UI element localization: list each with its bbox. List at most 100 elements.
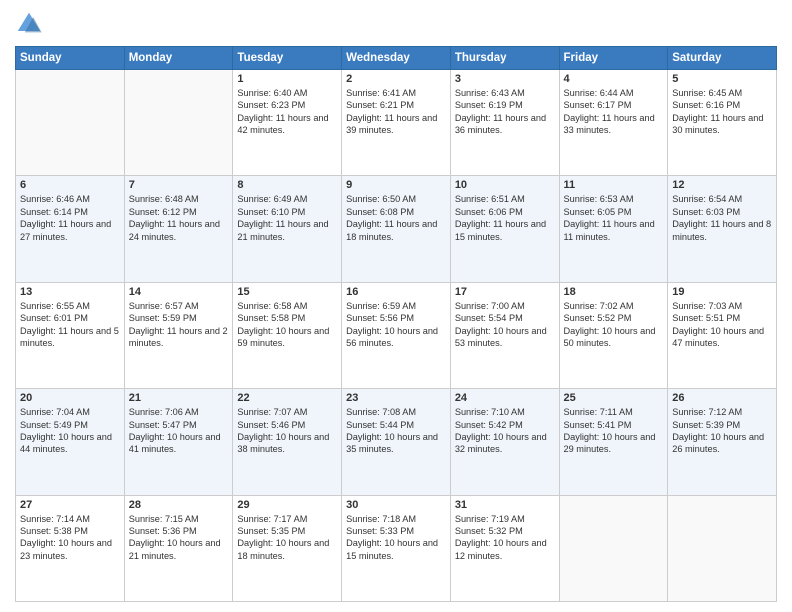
day-header-tuesday: Tuesday (233, 47, 342, 70)
logo (15, 10, 47, 38)
calendar-cell: 6Sunrise: 6:46 AM Sunset: 6:14 PM Daylig… (16, 176, 125, 282)
cell-details: Sunrise: 6:48 AM Sunset: 6:12 PM Dayligh… (129, 193, 229, 243)
cell-details: Sunrise: 7:12 AM Sunset: 5:39 PM Dayligh… (672, 406, 772, 456)
cell-details: Sunrise: 6:49 AM Sunset: 6:10 PM Dayligh… (237, 193, 337, 243)
cell-details: Sunrise: 6:59 AM Sunset: 5:56 PM Dayligh… (346, 300, 446, 350)
calendar-cell: 7Sunrise: 6:48 AM Sunset: 6:12 PM Daylig… (124, 176, 233, 282)
calendar-cell: 18Sunrise: 7:02 AM Sunset: 5:52 PM Dayli… (559, 282, 668, 388)
day-number: 8 (237, 179, 337, 191)
calendar-week-5: 27Sunrise: 7:14 AM Sunset: 5:38 PM Dayli… (16, 495, 777, 601)
calendar-header-row: SundayMondayTuesdayWednesdayThursdayFrid… (16, 47, 777, 70)
day-number: 17 (455, 286, 555, 298)
calendar-cell: 21 Sunrise: 7:06 AM Sunset: 5:47 PM Dayli… (124, 389, 233, 495)
calendar-week-1: 1Sunrise: 6:40 AM Sunset: 6:23 PM Daylig… (16, 70, 777, 176)
day-header-thursday: Thursday (450, 47, 559, 70)
day-header-saturday: Saturday (668, 47, 777, 70)
calendar-cell (16, 70, 125, 176)
cell-details: Sunrise: 6:40 AM Sunset: 6:23 PM Dayligh… (237, 87, 337, 137)
calendar-table: SundayMondayTuesdayWednesdayThursdayFrid… (15, 46, 777, 602)
cell-details: Sunrise: 7:08 AM Sunset: 5:44 PM Dayligh… (346, 406, 446, 456)
day-number: 25 (564, 392, 664, 404)
day-number: 26 (672, 392, 772, 404)
page: SundayMondayTuesdayWednesdayThursdayFrid… (0, 0, 792, 612)
cell-details: Sunrise: 6:50 AM Sunset: 6:08 PM Dayligh… (346, 193, 446, 243)
day-number: 3 (455, 73, 555, 85)
calendar-cell: 17 Sunrise: 7:00 AM Sunset: 5:54 PM Dayli… (450, 282, 559, 388)
cell-details: Sunrise: 6:53 AM Sunset: 6:05 PM Dayligh… (564, 193, 664, 243)
calendar-cell: 31 Sunrise: 7:19 AM Sunset: 5:32 PM Dayli… (450, 495, 559, 601)
calendar-cell: 12 Sunrise: 6:54 AM Sunset: 6:03 PM Dayli… (668, 176, 777, 282)
calendar-cell: 1Sunrise: 6:40 AM Sunset: 6:23 PM Daylig… (233, 70, 342, 176)
day-number: 23 (346, 392, 446, 404)
calendar-cell: 22 Sunrise: 7:07 AM Sunset: 5:46 PM Dayli… (233, 389, 342, 495)
calendar-cell: 15 Sunrise: 6:58 AM Sunset: 5:58 PM Dayli… (233, 282, 342, 388)
day-number: 19 (672, 286, 772, 298)
cell-details: Sunrise: 7:19 AM Sunset: 5:32 PM Dayligh… (455, 513, 555, 563)
day-number: 11 (564, 179, 664, 191)
day-header-monday: Monday (124, 47, 233, 70)
day-number: 9 (346, 179, 446, 191)
calendar-cell: 19 Sunrise: 7:03 AM Sunset: 5:51 PM Dayli… (668, 282, 777, 388)
calendar-cell: 2 Sunrise: 6:41 AM Sunset: 6:21 PM Daylig… (342, 70, 451, 176)
day-number: 29 (237, 499, 337, 511)
cell-details: Sunrise: 7:06 AM Sunset: 5:47 PM Dayligh… (129, 406, 229, 456)
day-number: 30 (346, 499, 446, 511)
cell-details: Sunrise: 7:07 AM Sunset: 5:46 PM Dayligh… (237, 406, 337, 456)
day-header-wednesday: Wednesday (342, 47, 451, 70)
calendar-week-4: 20Sunrise: 7:04 AM Sunset: 5:49 PM Dayli… (16, 389, 777, 495)
calendar-cell: 27Sunrise: 7:14 AM Sunset: 5:38 PM Dayli… (16, 495, 125, 601)
cell-details: Sunrise: 6:57 AM Sunset: 5:59 PM Dayligh… (129, 300, 229, 350)
day-number: 6 (20, 179, 120, 191)
calendar-cell (668, 495, 777, 601)
calendar-cell (124, 70, 233, 176)
header (15, 10, 777, 38)
calendar-cell: 20Sunrise: 7:04 AM Sunset: 5:49 PM Dayli… (16, 389, 125, 495)
cell-details: Sunrise: 7:17 AM Sunset: 5:35 PM Dayligh… (237, 513, 337, 563)
day-number: 5 (672, 73, 772, 85)
day-number: 15 (237, 286, 337, 298)
calendar-cell: 11 Sunrise: 6:53 AM Sunset: 6:05 PM Dayli… (559, 176, 668, 282)
day-number: 31 (455, 499, 555, 511)
cell-details: Sunrise: 6:54 AM Sunset: 6:03 PM Dayligh… (672, 193, 772, 243)
day-number: 2 (346, 73, 446, 85)
calendar-cell: 9 Sunrise: 6:50 AM Sunset: 6:08 PM Daylig… (342, 176, 451, 282)
day-header-friday: Friday (559, 47, 668, 70)
cell-details: Sunrise: 6:58 AM Sunset: 5:58 PM Dayligh… (237, 300, 337, 350)
calendar-week-2: 6Sunrise: 6:46 AM Sunset: 6:14 PM Daylig… (16, 176, 777, 282)
cell-details: Sunrise: 6:41 AM Sunset: 6:21 PM Dayligh… (346, 87, 446, 137)
day-number: 20 (20, 392, 120, 404)
day-number: 22 (237, 392, 337, 404)
cell-details: Sunrise: 6:43 AM Sunset: 6:19 PM Dayligh… (455, 87, 555, 137)
calendar-week-3: 13 Sunrise: 6:55 AM Sunset: 6:01 PM Dayli… (16, 282, 777, 388)
calendar-cell: 5Sunrise: 6:45 AM Sunset: 6:16 PM Daylig… (668, 70, 777, 176)
day-number: 28 (129, 499, 229, 511)
day-number: 12 (672, 179, 772, 191)
cell-details: Sunrise: 6:51 AM Sunset: 6:06 PM Dayligh… (455, 193, 555, 243)
cell-details: Sunrise: 7:10 AM Sunset: 5:42 PM Dayligh… (455, 406, 555, 456)
calendar-cell: 30Sunrise: 7:18 AM Sunset: 5:33 PM Dayli… (342, 495, 451, 601)
logo-icon (15, 10, 43, 38)
calendar-cell: 28 Sunrise: 7:15 AM Sunset: 5:36 PM Dayli… (124, 495, 233, 601)
cell-details: Sunrise: 7:14 AM Sunset: 5:38 PM Dayligh… (20, 513, 120, 563)
day-number: 14 (129, 286, 229, 298)
calendar-cell: 8 Sunrise: 6:49 AM Sunset: 6:10 PM Daylig… (233, 176, 342, 282)
calendar-cell: 3 Sunrise: 6:43 AM Sunset: 6:19 PM Daylig… (450, 70, 559, 176)
calendar-cell: 16 Sunrise: 6:59 AM Sunset: 5:56 PM Dayli… (342, 282, 451, 388)
calendar-cell: 26 Sunrise: 7:12 AM Sunset: 5:39 PM Dayli… (668, 389, 777, 495)
calendar-cell: 14 Sunrise: 6:57 AM Sunset: 5:59 PM Dayli… (124, 282, 233, 388)
calendar-cell: 29 Sunrise: 7:17 AM Sunset: 5:35 PM Dayli… (233, 495, 342, 601)
calendar-cell: 10 Sunrise: 6:51 AM Sunset: 6:06 PM Dayli… (450, 176, 559, 282)
cell-details: Sunrise: 7:15 AM Sunset: 5:36 PM Dayligh… (129, 513, 229, 563)
cell-details: Sunrise: 7:00 AM Sunset: 5:54 PM Dayligh… (455, 300, 555, 350)
cell-details: Sunrise: 7:11 AM Sunset: 5:41 PM Dayligh… (564, 406, 664, 456)
day-number: 18 (564, 286, 664, 298)
cell-details: Sunrise: 7:03 AM Sunset: 5:51 PM Dayligh… (672, 300, 772, 350)
calendar-cell: 23 Sunrise: 7:08 AM Sunset: 5:44 PM Dayli… (342, 389, 451, 495)
cell-details: Sunrise: 6:55 AM Sunset: 6:01 PM Dayligh… (20, 300, 120, 350)
day-number: 21 (129, 392, 229, 404)
calendar-cell: 4Sunrise: 6:44 AM Sunset: 6:17 PM Daylig… (559, 70, 668, 176)
calendar-cell (559, 495, 668, 601)
day-number: 16 (346, 286, 446, 298)
day-number: 13 (20, 286, 120, 298)
day-number: 10 (455, 179, 555, 191)
